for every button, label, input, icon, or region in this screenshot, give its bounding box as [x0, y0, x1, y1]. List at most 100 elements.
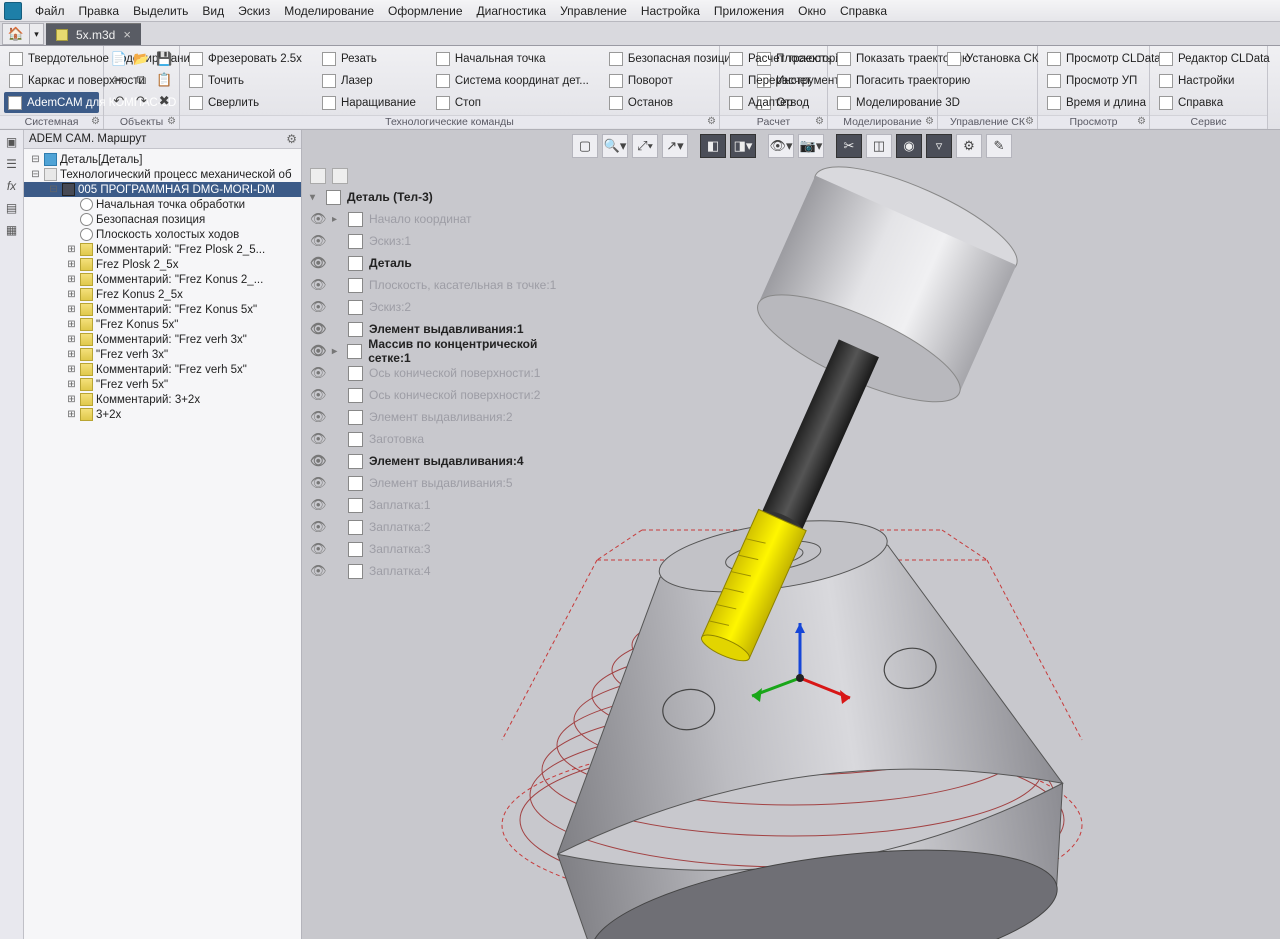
tree-twisty[interactable]: ⊞: [66, 274, 77, 285]
tree-twisty[interactable]: ⊞: [66, 334, 77, 345]
command-button[interactable]: Фрезеровать 2.5x: [184, 48, 307, 69]
cut-button[interactable]: ✂: [108, 69, 130, 90]
undo-button[interactable]: ↶: [108, 90, 130, 111]
command-button[interactable]: Адаптер: [724, 92, 823, 113]
command-button[interactable]: Погасить траекторию: [832, 70, 933, 91]
tree-twisty[interactable]: ⊞: [66, 319, 77, 330]
tree-twisty[interactable]: ⊟: [30, 154, 41, 165]
gear-icon[interactable]: ⚙: [707, 116, 716, 127]
tree-twisty[interactable]: ⊟: [48, 184, 59, 195]
menu-item[interactable]: Приложения: [707, 4, 791, 18]
vstrip-btn[interactable]: ▣: [2, 132, 22, 152]
menu-item[interactable]: Правка: [72, 4, 127, 18]
tree-node[interactable]: ⊞Комментарий: "Frez Konus 5x": [24, 302, 301, 317]
vstrip-btn[interactable]: ▦: [2, 220, 22, 240]
paste-button[interactable]: 📋: [153, 69, 175, 90]
command-button[interactable]: Резать: [317, 48, 421, 69]
command-button[interactable]: Расчет траектории: [724, 48, 823, 69]
command-button[interactable]: Лазер: [317, 70, 421, 91]
tree-node[interactable]: ⊟Технологический процесс механической об: [24, 167, 301, 182]
menu-item[interactable]: Эскиз: [231, 4, 277, 18]
menu-item[interactable]: Настройка: [634, 4, 707, 18]
tree-node[interactable]: Плоскость холостых ходов: [24, 227, 301, 242]
redo-button[interactable]: ↷: [131, 90, 153, 111]
tree-twisty[interactable]: ⊞: [66, 394, 77, 405]
menu-item[interactable]: Оформление: [381, 4, 469, 18]
menu-item[interactable]: Моделирование: [277, 4, 381, 18]
command-button[interactable]: Редактор CLData: [1154, 48, 1263, 69]
command-button[interactable]: Точить: [184, 70, 307, 91]
tree-node[interactable]: ⊞Frez Plosk 2_5x: [24, 257, 301, 272]
menu-item[interactable]: Файл: [28, 4, 72, 18]
command-button[interactable]: Начальная точка: [431, 48, 594, 69]
gear-icon[interactable]: ⚙: [925, 116, 934, 127]
tree-twisty[interactable]: ⊞: [66, 259, 77, 270]
command-button[interactable]: Моделирование 3D: [832, 92, 933, 113]
menu-item[interactable]: Выделить: [126, 4, 195, 18]
gear-icon[interactable]: ⚙: [815, 116, 824, 127]
save-button[interactable]: 💾: [153, 48, 175, 69]
tree-node[interactable]: ⊟Деталь[Деталь]: [24, 152, 301, 167]
tree-node[interactable]: ⊟005 ПРОГРАММНАЯ DMG-MORI-DM: [24, 182, 301, 197]
mode-button[interactable]: AdemCAM для КОМПАС-3D: [4, 92, 99, 113]
command-button[interactable]: Просмотр УП: [1042, 70, 1145, 91]
command-button[interactable]: Система координат дет...: [431, 70, 594, 91]
route-tree[interactable]: ⊟Деталь[Деталь]⊟Технологический процесс …: [24, 149, 301, 939]
tree-node[interactable]: ⊞Комментарий: "Frez Konus 2_...: [24, 272, 301, 287]
tree-node[interactable]: ⊞"Frez verh 5x": [24, 377, 301, 392]
command-button[interactable]: Справка: [1154, 92, 1263, 113]
gear-icon[interactable]: ⚙: [1137, 116, 1146, 127]
tree-node[interactable]: ⊞"Frez verh 3x": [24, 347, 301, 362]
delete-button[interactable]: ✖: [153, 90, 175, 111]
command-button[interactable]: Стоп: [431, 92, 594, 113]
tree-twisty[interactable]: ⊞: [66, 409, 77, 420]
open-button[interactable]: 📂: [131, 48, 153, 69]
close-icon[interactable]: ×: [123, 27, 131, 42]
command-button[interactable]: Просмотр CLData: [1042, 48, 1145, 69]
tree-twisty[interactable]: ⊞: [66, 304, 77, 315]
command-button[interactable]: Наращивание: [317, 92, 421, 113]
command-button[interactable]: Сверлить: [184, 92, 307, 113]
group-label: Системная: [25, 116, 79, 128]
tree-twisty[interactable]: ⊟: [30, 169, 41, 180]
vstrip-btn[interactable]: ☰: [2, 154, 22, 174]
tree-node[interactable]: Начальная точка обработки: [24, 197, 301, 212]
mode-button[interactable]: Твердотельное моделирование: [4, 48, 99, 69]
tree-twisty[interactable]: ⊞: [66, 379, 77, 390]
new-button[interactable]: 📄: [108, 48, 130, 69]
menu-item[interactable]: Диагностика: [470, 4, 554, 18]
gear-icon[interactable]: ⚙: [1025, 116, 1034, 127]
tree-twisty[interactable]: ⊞: [66, 244, 77, 255]
tree-node[interactable]: ⊞3+2x: [24, 407, 301, 422]
menu-item[interactable]: Справка: [833, 4, 894, 18]
tree-node[interactable]: ⊞Комментарий: "Frez verh 5x": [24, 362, 301, 377]
vstrip-btn[interactable]: ▤: [2, 198, 22, 218]
command-button[interactable]: Настройки: [1154, 70, 1263, 91]
viewport[interactable]: ▢ 🔍▾ ⤢▾ ↗▾ ◧ ◨▾ 👁▾ 📷▾ ✂ ◫ ◉ ▿ ⚙ ✎ ▾: [302, 130, 1280, 939]
copy-button[interactable]: ⧉: [131, 69, 153, 90]
tree-twisty[interactable]: ⊞: [66, 349, 77, 360]
home-tab-button[interactable]: 🏠: [2, 23, 30, 45]
gear-icon[interactable]: ⚙: [91, 116, 100, 127]
tree-twisty[interactable]: ⊞: [66, 364, 77, 375]
mode-button[interactable]: Каркас и поверхности: [4, 70, 99, 91]
gear-icon[interactable]: ⚙: [167, 116, 176, 127]
tree-node[interactable]: ⊞Frez Konus 2_5x: [24, 287, 301, 302]
vstrip-btn[interactable]: fx: [2, 176, 22, 196]
document-tab[interactable]: 5x.m3d ×: [46, 23, 141, 45]
menu-item[interactable]: Вид: [195, 4, 231, 18]
menu-item[interactable]: Окно: [791, 4, 833, 18]
tree-node[interactable]: Безопасная позиция: [24, 212, 301, 227]
command-button[interactable]: Перерасчет: [724, 70, 823, 91]
tree-twisty[interactable]: ⊞: [66, 289, 77, 300]
tree-node[interactable]: ⊞"Frez Konus 5x": [24, 317, 301, 332]
home-tab-dropdown[interactable]: ▾: [30, 23, 44, 45]
set-cs-button[interactable]: Установка СК: [942, 48, 1033, 69]
tree-node[interactable]: ⊞Комментарий: 3+2x: [24, 392, 301, 407]
gear-icon[interactable]: ⚙: [286, 132, 297, 146]
tree-node[interactable]: ⊞Комментарий: "Frez Plosk 2_5...: [24, 242, 301, 257]
tree-node[interactable]: ⊞Комментарий: "Frez verh 3x": [24, 332, 301, 347]
menu-item[interactable]: Управление: [553, 4, 634, 18]
command-button[interactable]: Показать траекторию: [832, 48, 933, 69]
command-button[interactable]: Время и длина: [1042, 92, 1145, 113]
